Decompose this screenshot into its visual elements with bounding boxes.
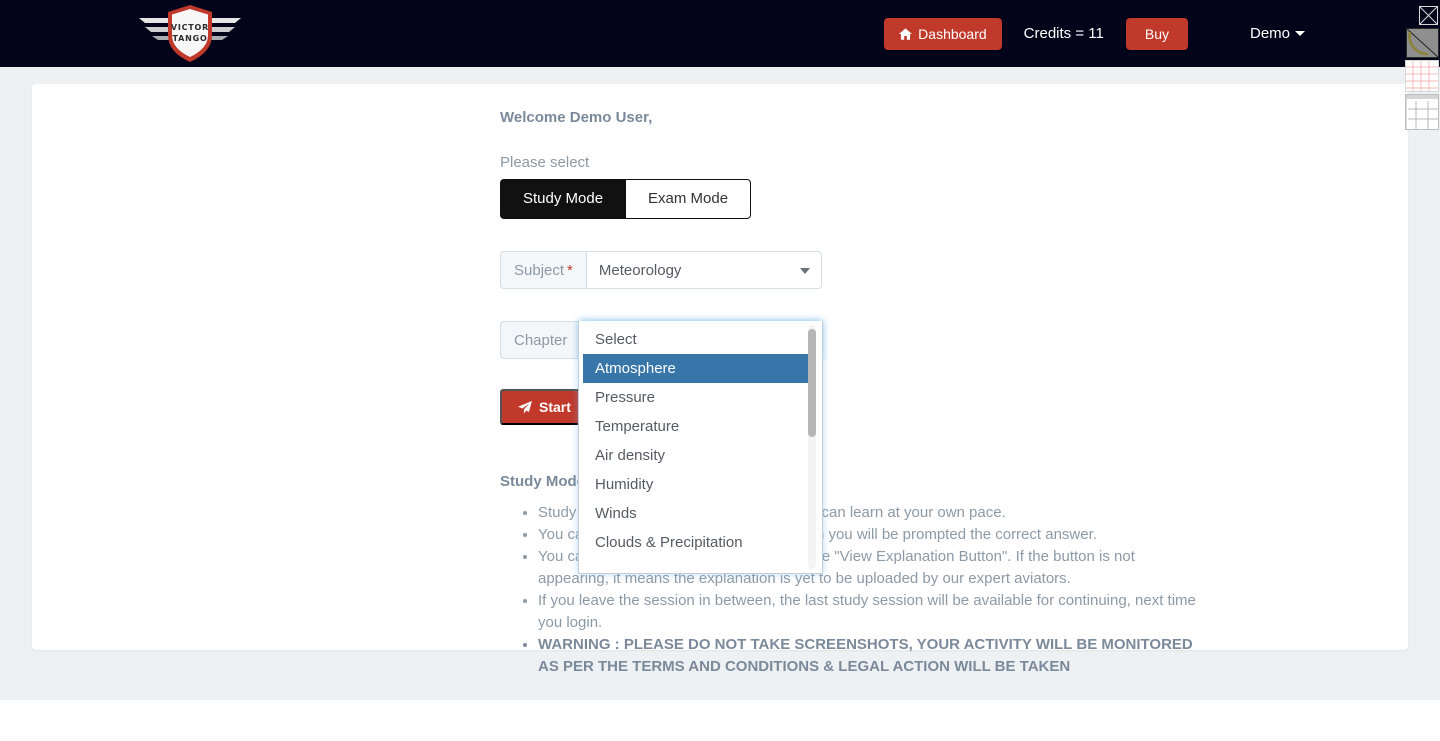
user-menu[interactable]: Demo (1188, 25, 1305, 42)
credits-label: Credits = 11 (1023, 25, 1104, 42)
dropdown-option-humidity[interactable]: Humidity (583, 470, 808, 499)
start-button-label: Start (539, 399, 571, 415)
paper-plane-icon (518, 400, 532, 414)
subject-label-text: Subject (514, 261, 565, 279)
warning-list-item: WARNING : PLEASE DO NOT TAKE SCREENSHOTS… (538, 634, 1200, 678)
user-menu-label: Demo (1249, 25, 1290, 42)
dropdown-scrollbar-thumb[interactable] (808, 329, 816, 437)
broken-image-close-icon[interactable] (1419, 6, 1438, 25)
start-button[interactable]: Start (500, 389, 589, 425)
subject-select[interactable]: Meteorology (585, 251, 822, 289)
dashboard-button-label: Dashboard (918, 25, 987, 42)
required-asterisk: * (567, 261, 573, 279)
chapter-label: Chapter (500, 321, 581, 359)
study-mode-button[interactable]: Study Mode (500, 179, 626, 219)
subject-label: Subject * (500, 251, 586, 289)
subject-row: Subject * Meteorology (500, 251, 1200, 289)
subject-input-group: Subject * Meteorology (500, 251, 822, 289)
mode-toggle-group: Study Mode Exam Mode (500, 179, 1200, 219)
exam-mode-button[interactable]: Exam Mode (625, 179, 752, 219)
broken-image-grid-pink-icon[interactable] (1405, 60, 1439, 92)
arc-glyph-icon (1406, 28, 1439, 58)
broken-image-grid-gray-icon[interactable] (1405, 94, 1439, 130)
dropdown-option-select[interactable]: Select (583, 325, 808, 354)
svg-text:VICTOR: VICTOR (171, 23, 209, 32)
edge-widget-group (1405, 0, 1440, 135)
svg-text:TANGO: TANGO (172, 34, 207, 43)
dropdown-option-clouds-precipitation[interactable]: Clouds & Precipitation (583, 528, 808, 557)
brand-logo[interactable]: VICTOR TANGO (135, 2, 245, 64)
caret-down-icon (1295, 31, 1305, 36)
subject-select-value: Meteorology (598, 261, 682, 279)
dropdown-option-pressure[interactable]: Pressure (583, 383, 808, 412)
chapter-dropdown-options: Select Atmosphere Pressure Temperature A… (583, 325, 808, 570)
victor-tango-logo-icon: VICTOR TANGO (139, 5, 241, 62)
grid-pink-glyph-icon (1406, 61, 1438, 91)
dropdown-option-temperature[interactable]: Temperature (583, 412, 808, 441)
grid-gray-glyph-icon (1405, 95, 1438, 129)
home-icon (899, 27, 913, 40)
chapter-dropdown-menu[interactable]: Select Atmosphere Pressure Temperature A… (578, 321, 823, 574)
top-navbar: VICTOR TANGO Dashboard Credits = 11 Buy … (0, 0, 1440, 67)
please-select-label: Please select (500, 154, 590, 171)
buy-button[interactable]: Buy (1125, 17, 1188, 50)
navbar-right-group: Dashboard Credits = 11 Buy Demo (884, 0, 1305, 67)
broken-image-arc-icon[interactable] (1406, 28, 1439, 58)
dropdown-option-atmosphere[interactable]: Atmosphere (583, 354, 808, 383)
welcome-message: Welcome Demo User, (500, 109, 653, 126)
dropdown-option-air-density[interactable]: Air density (583, 441, 808, 470)
dropdown-option-winds[interactable]: Winds (583, 499, 808, 528)
chapter-label-text: Chapter (514, 331, 568, 349)
dashboard-button[interactable]: Dashboard (884, 17, 1002, 50)
caret-down-icon (800, 268, 810, 274)
list-item: If you leave the session in between, the… (538, 590, 1200, 634)
